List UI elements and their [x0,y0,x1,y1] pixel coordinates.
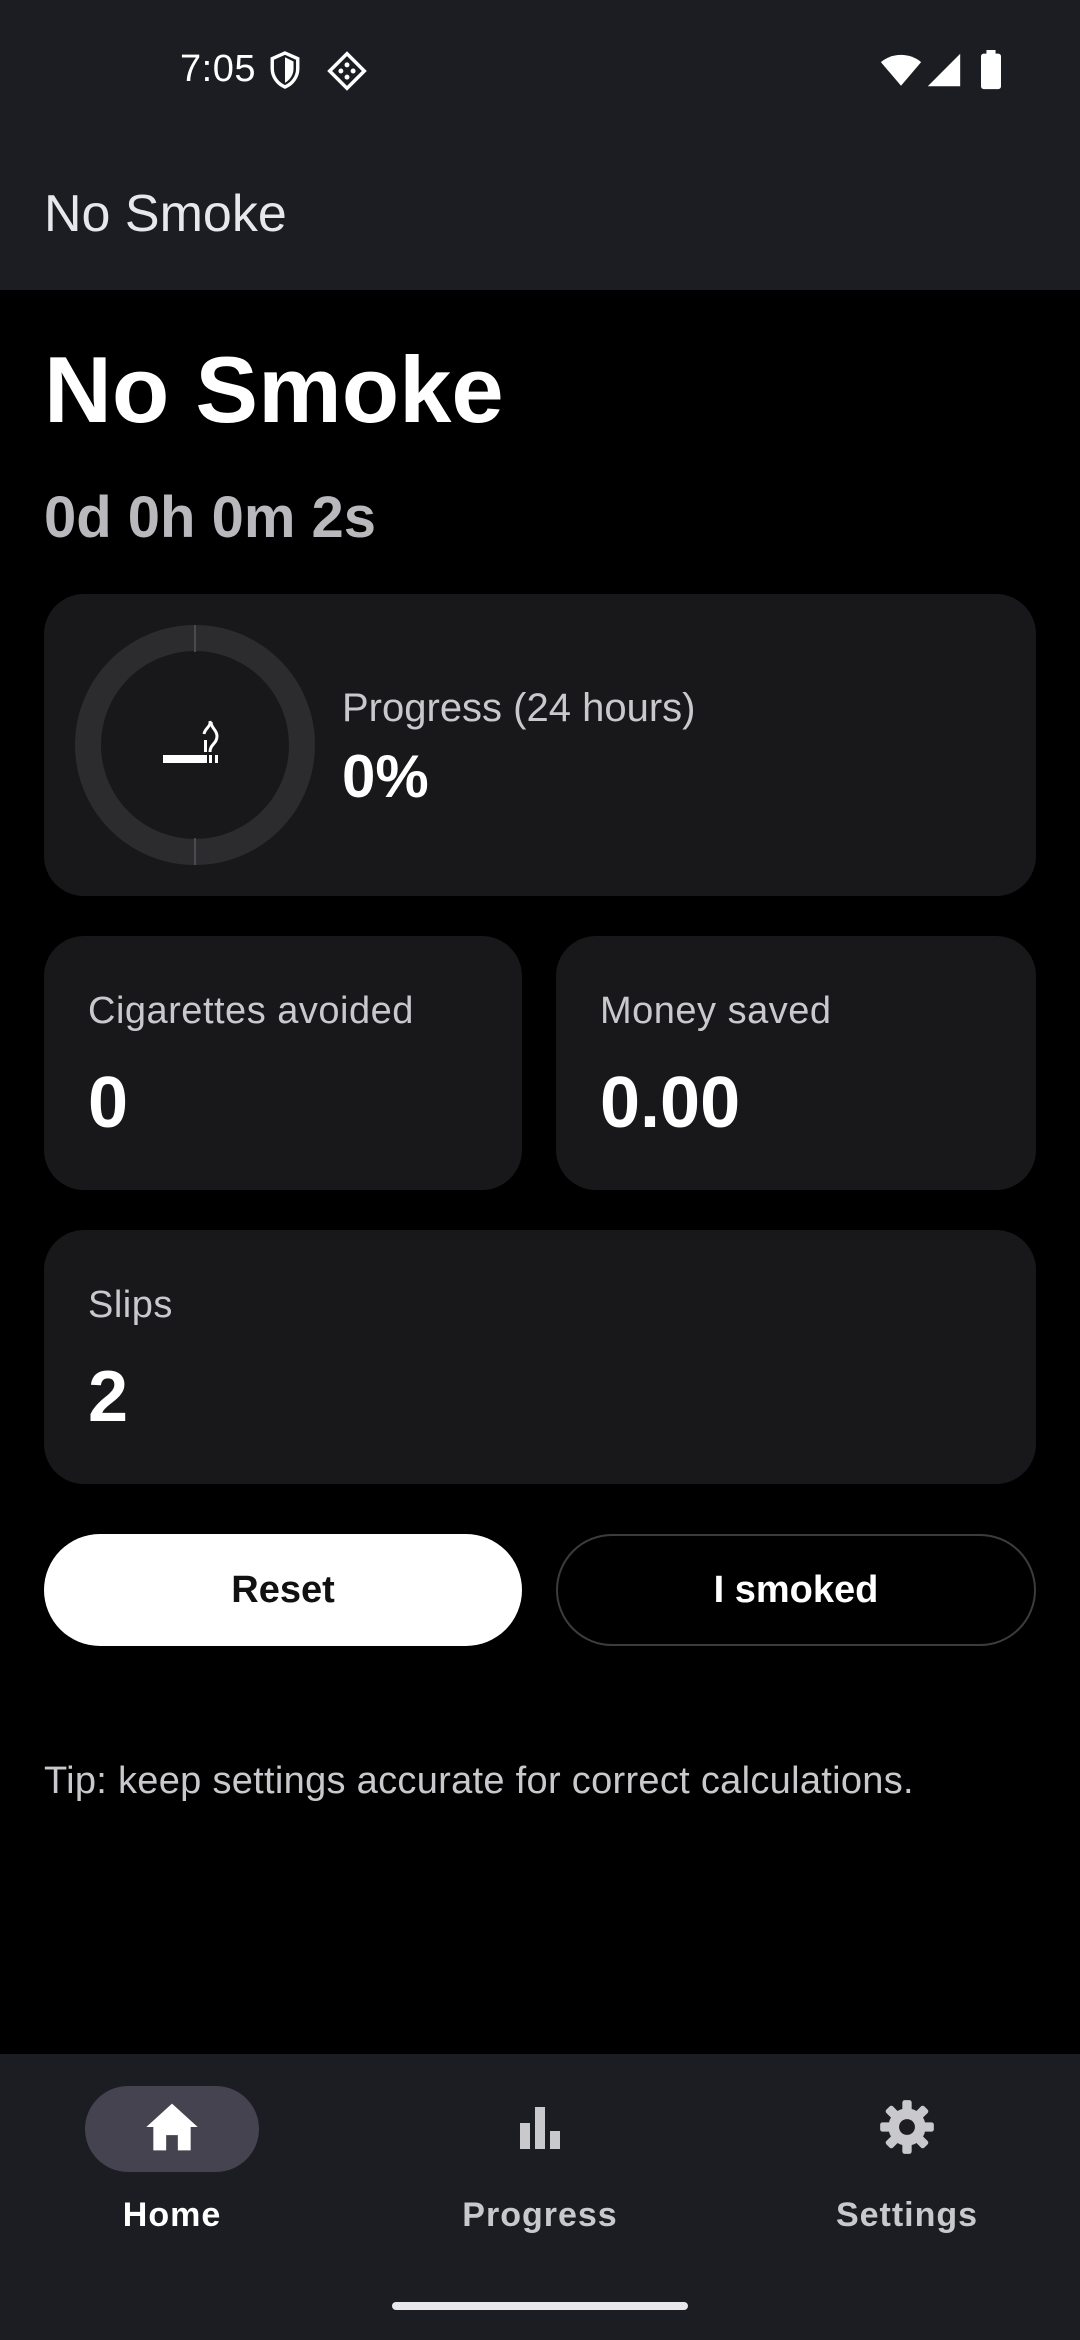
page-title: No Smoke [44,337,504,442]
app-bar-title: No Smoke [44,185,287,243]
slips-label: Slips [88,1284,173,1326]
home-icon [144,2101,200,2158]
status-time: 7:05 [180,48,256,90]
wifi-icon [880,52,922,93]
progress-ring [75,625,315,865]
game-controller-icon [326,50,368,97]
reset-button[interactable]: Reset [44,1534,522,1646]
progress-card: Progress (24 hours) 0% [44,594,1036,896]
nav-label-home: Home [122,2196,222,2234]
tip-text: Tip: keep settings accurate for correct … [44,1760,914,1802]
bar-chart-icon [516,2103,564,2156]
money-saved-card: Money saved 0.00 [556,936,1036,1190]
nav-item-progress[interactable]: Progress [410,2086,670,2246]
status-bar: 7:05 [0,0,1080,142]
nav-item-settings[interactable]: Settings [777,2086,1037,2246]
smoke-free-timer: 0d 0h 0m 2s [44,485,377,550]
cigarettes-avoided-label: Cigarettes avoided [88,990,414,1032]
slips-value: 2 [88,1357,129,1437]
app-bar: No Smoke [0,142,1080,290]
signal-icon [926,52,962,93]
money-saved-label: Money saved [600,990,832,1032]
nav-active-indicator [85,2086,259,2172]
cigarettes-avoided-card: Cigarettes avoided 0 [44,936,522,1190]
battery-icon [980,50,1002,95]
progress-value: 0% [342,743,429,810]
nav-label-settings: Settings [835,2196,979,2234]
nav-item-home[interactable]: Home [42,2086,302,2246]
gear-icon [879,2099,935,2160]
gesture-home-indicator[interactable] [392,2302,688,2310]
progress-label: Progress (24 hours) [342,686,696,730]
smoking-icon [163,720,219,763]
cigarettes-avoided-value: 0 [88,1063,129,1143]
slips-card: Slips 2 [44,1230,1036,1484]
i-smoked-button[interactable]: I smoked [556,1534,1036,1646]
bottom-navigation: Home Progress Settings [0,2054,1080,2340]
shield-icon [268,50,302,95]
nav-label-progress: Progress [462,2196,618,2234]
money-saved-value: 0.00 [600,1063,741,1143]
